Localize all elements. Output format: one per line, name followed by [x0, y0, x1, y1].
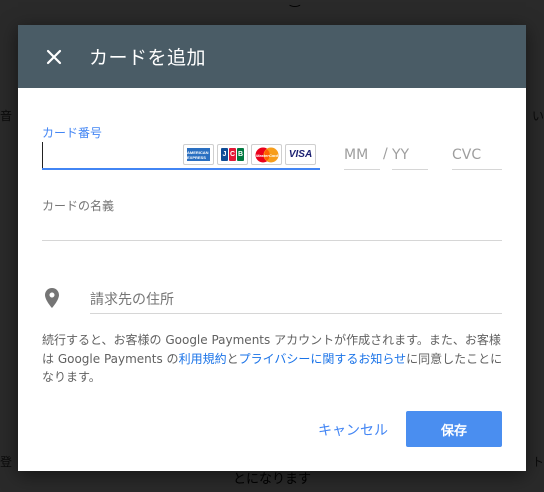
background-text-left-top: 音 [0, 109, 13, 123]
save-button[interactable]: 保存 [406, 411, 502, 447]
expiry-separator: / [383, 146, 388, 162]
billing-address-input[interactable]: 請求先の住所 [90, 289, 174, 309]
add-card-dialog: カードを追加 カード番号 AMERICAN EXPRESS J C B Mast… [18, 25, 526, 471]
cardholder-name-input[interactable]: カードの名義 [42, 197, 114, 214]
privacy-notice-link[interactable]: プライバシーに関するお知らせ [239, 352, 407, 366]
cvc-input[interactable]: CVC [452, 140, 502, 170]
location-pin-icon [45, 288, 59, 308]
terms-disclaimer: 続行すると、お客様の Google Payments アカウントが作成されます。… [42, 331, 504, 387]
mastercard-logo-icon: MasterCard [251, 144, 282, 165]
close-icon [46, 49, 62, 64]
card-brand-logos: AMERICAN EXPRESS J C B MasterCard VISA [183, 144, 316, 165]
billing-address-underline [90, 313, 502, 314]
cancel-button[interactable]: キャンセル [312, 413, 394, 447]
background-text-right-bottom: ト [531, 455, 544, 469]
dialog-header: カードを追加 [18, 25, 526, 88]
jcb-logo-letter: J [221, 148, 228, 161]
mastercard-circles-icon: MasterCard [255, 147, 278, 162]
card-number-field: AMERICAN EXPRESS J C B MasterCard VISA [42, 140, 320, 170]
expiry-month-input[interactable]: MM [344, 140, 380, 170]
visa-logo-icon: VISA [285, 144, 316, 165]
amex-logo-icon: AMERICAN EXPRESS [183, 144, 214, 165]
mastercard-logo-text: MasterCard [255, 153, 278, 158]
expiry-year-input[interactable]: YY [392, 140, 428, 170]
background-fragment: ‿ [290, 0, 300, 7]
jcb-logo-letter: B [237, 148, 244, 161]
disclaimer-text: と [226, 351, 239, 366]
cardholder-name-underline [42, 240, 502, 241]
card-number-input[interactable] [42, 142, 182, 168]
background-text-right-top: い [531, 109, 544, 123]
dialog-title: カードを追加 [89, 47, 207, 69]
jcb-logo-letter: C [229, 148, 236, 161]
amex-logo-text: AMERICAN EXPRESS [187, 148, 210, 161]
background-text-left-bottom: 登 [0, 455, 13, 469]
jcb-logo-icon: J C B [217, 144, 248, 165]
terms-of-service-link[interactable]: 利用規約 [179, 352, 227, 366]
close-button[interactable] [40, 43, 68, 71]
background-text-bottom: とになります [232, 472, 311, 487]
card-number-label: カード番号 [42, 126, 103, 140]
